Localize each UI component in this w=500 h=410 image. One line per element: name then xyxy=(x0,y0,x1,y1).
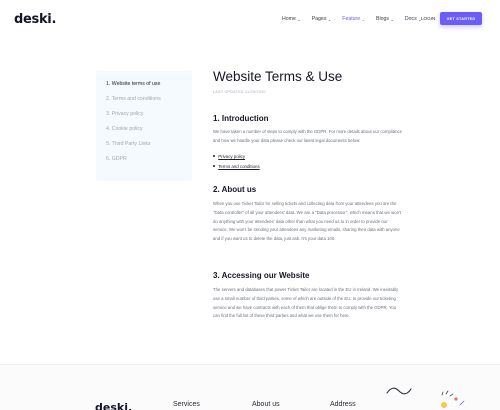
section-body-about-us: When you use Ticket Tailor for selling t… xyxy=(213,201,401,242)
sidebar-item-privacy-policy[interactable]: 3. Privacy policy xyxy=(106,111,192,126)
nav-item-home[interactable]: Home ⌄ xyxy=(282,16,301,22)
sidebar-item-website-terms[interactable]: 1. Website terms of use xyxy=(106,81,192,96)
section-body-accessing-website: The servers and databases that power Tic… xyxy=(213,287,399,319)
section-heading-accessing-website: 3. Accessing our Website xyxy=(213,271,310,280)
sidebar-item-third-party-links[interactable]: 5. Third Party Links xyxy=(106,141,192,156)
legal-links-list: Privacy policy Terms and conditions xyxy=(213,151,260,171)
section-heading-about-us: 2. About us xyxy=(213,185,257,194)
nav-item-feature[interactable]: Feature ⌄ xyxy=(342,16,365,22)
terms-and-conditions-link[interactable]: Terms and conditions xyxy=(218,164,260,169)
site-logo[interactable]: deski. xyxy=(14,12,56,27)
list-item: Privacy policy xyxy=(213,151,260,161)
chevron-down-icon: ⌄ xyxy=(390,16,394,22)
footer-heading-about-us: About us xyxy=(252,401,280,408)
squiggle-decoration-icon xyxy=(386,387,412,395)
site-header: deski. Home ⌄ Pages ⌄ Feature ⌄ Blogs ⌄ Docs… xyxy=(0,0,500,38)
nav-item-label: Feature xyxy=(342,16,361,22)
bullet-icon xyxy=(213,164,216,168)
nav-item-docs[interactable]: Docs ⌄ xyxy=(405,16,422,22)
nav-item-label: Home xyxy=(282,16,296,22)
get-started-button[interactable]: GET STARTED xyxy=(440,12,482,25)
login-link[interactable]: LOGIN xyxy=(421,16,435,21)
lightbulb-illustration-icon xyxy=(441,390,465,408)
sidebar-item-cookie-policy[interactable]: 4. Cookie policy xyxy=(106,126,192,141)
footer-heading-services: Services xyxy=(173,401,200,408)
terms-sidebar: 1. Website terms of use 2. Terms and con… xyxy=(96,71,192,181)
last-updated: LAST UPDATED 11/29/2020 xyxy=(213,90,266,94)
chevron-down-icon: ⌄ xyxy=(297,16,301,22)
page-title: Website Terms & Use xyxy=(213,69,343,84)
bullet-icon xyxy=(213,154,216,158)
sidebar-item-terms-conditions[interactable]: 2. Terms and conditions xyxy=(106,96,192,111)
nav-item-pages[interactable]: Pages ⌄ xyxy=(312,16,332,22)
main-nav: Home ⌄ Pages ⌄ Feature ⌄ Blogs ⌄ Docs ⌄ xyxy=(282,16,433,22)
nav-item-label: Blogs xyxy=(376,16,390,22)
chevron-down-icon: ⌄ xyxy=(327,16,332,22)
nav-item-label: Pages xyxy=(311,16,327,22)
section-heading-introduction: 1. Introduction xyxy=(213,114,269,123)
privacy-policy-link[interactable]: Privacy policy xyxy=(218,154,245,159)
chevron-down-icon: ⌄ xyxy=(361,16,366,22)
sidebar-item-gdpr[interactable]: 6. GDPR xyxy=(106,156,192,171)
nav-item-label: Docs xyxy=(404,16,417,22)
list-item: Terms and conditions xyxy=(213,161,260,171)
site-footer: deski. Services About us Address xyxy=(0,364,500,410)
section-body-introduction: We have taken a number of steps to compl… xyxy=(213,129,403,143)
footer-logo[interactable]: deski. xyxy=(95,401,132,410)
footer-heading-address: Address xyxy=(330,401,356,408)
nav-item-blogs[interactable]: Blogs ⌄ xyxy=(376,16,394,22)
